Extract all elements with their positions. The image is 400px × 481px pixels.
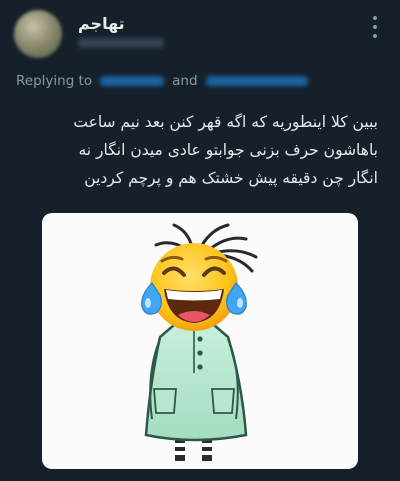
author-avatar[interactable]: [14, 10, 62, 58]
tweet-media-image[interactable]: [42, 213, 358, 469]
replying-to-label: Replying to: [16, 73, 93, 89]
laughing-emoji-character-sticker: [141, 223, 258, 461]
reply-handle-link-2[interactable]: [205, 76, 308, 86]
tweet-text: ببین کلا اینطوریه که اگه قهر کنن بعد نیم…: [73, 113, 378, 187]
reply-handle-link-1[interactable]: [100, 76, 165, 86]
replying-to-line: Replying to and: [16, 73, 308, 89]
replying-and-label: and: [172, 73, 198, 89]
more-options-icon[interactable]: [372, 16, 378, 38]
shirt: [144, 319, 248, 442]
author-handle-blurred[interactable]: [78, 38, 164, 48]
author-display-name[interactable]: تهاجم: [78, 14, 125, 33]
